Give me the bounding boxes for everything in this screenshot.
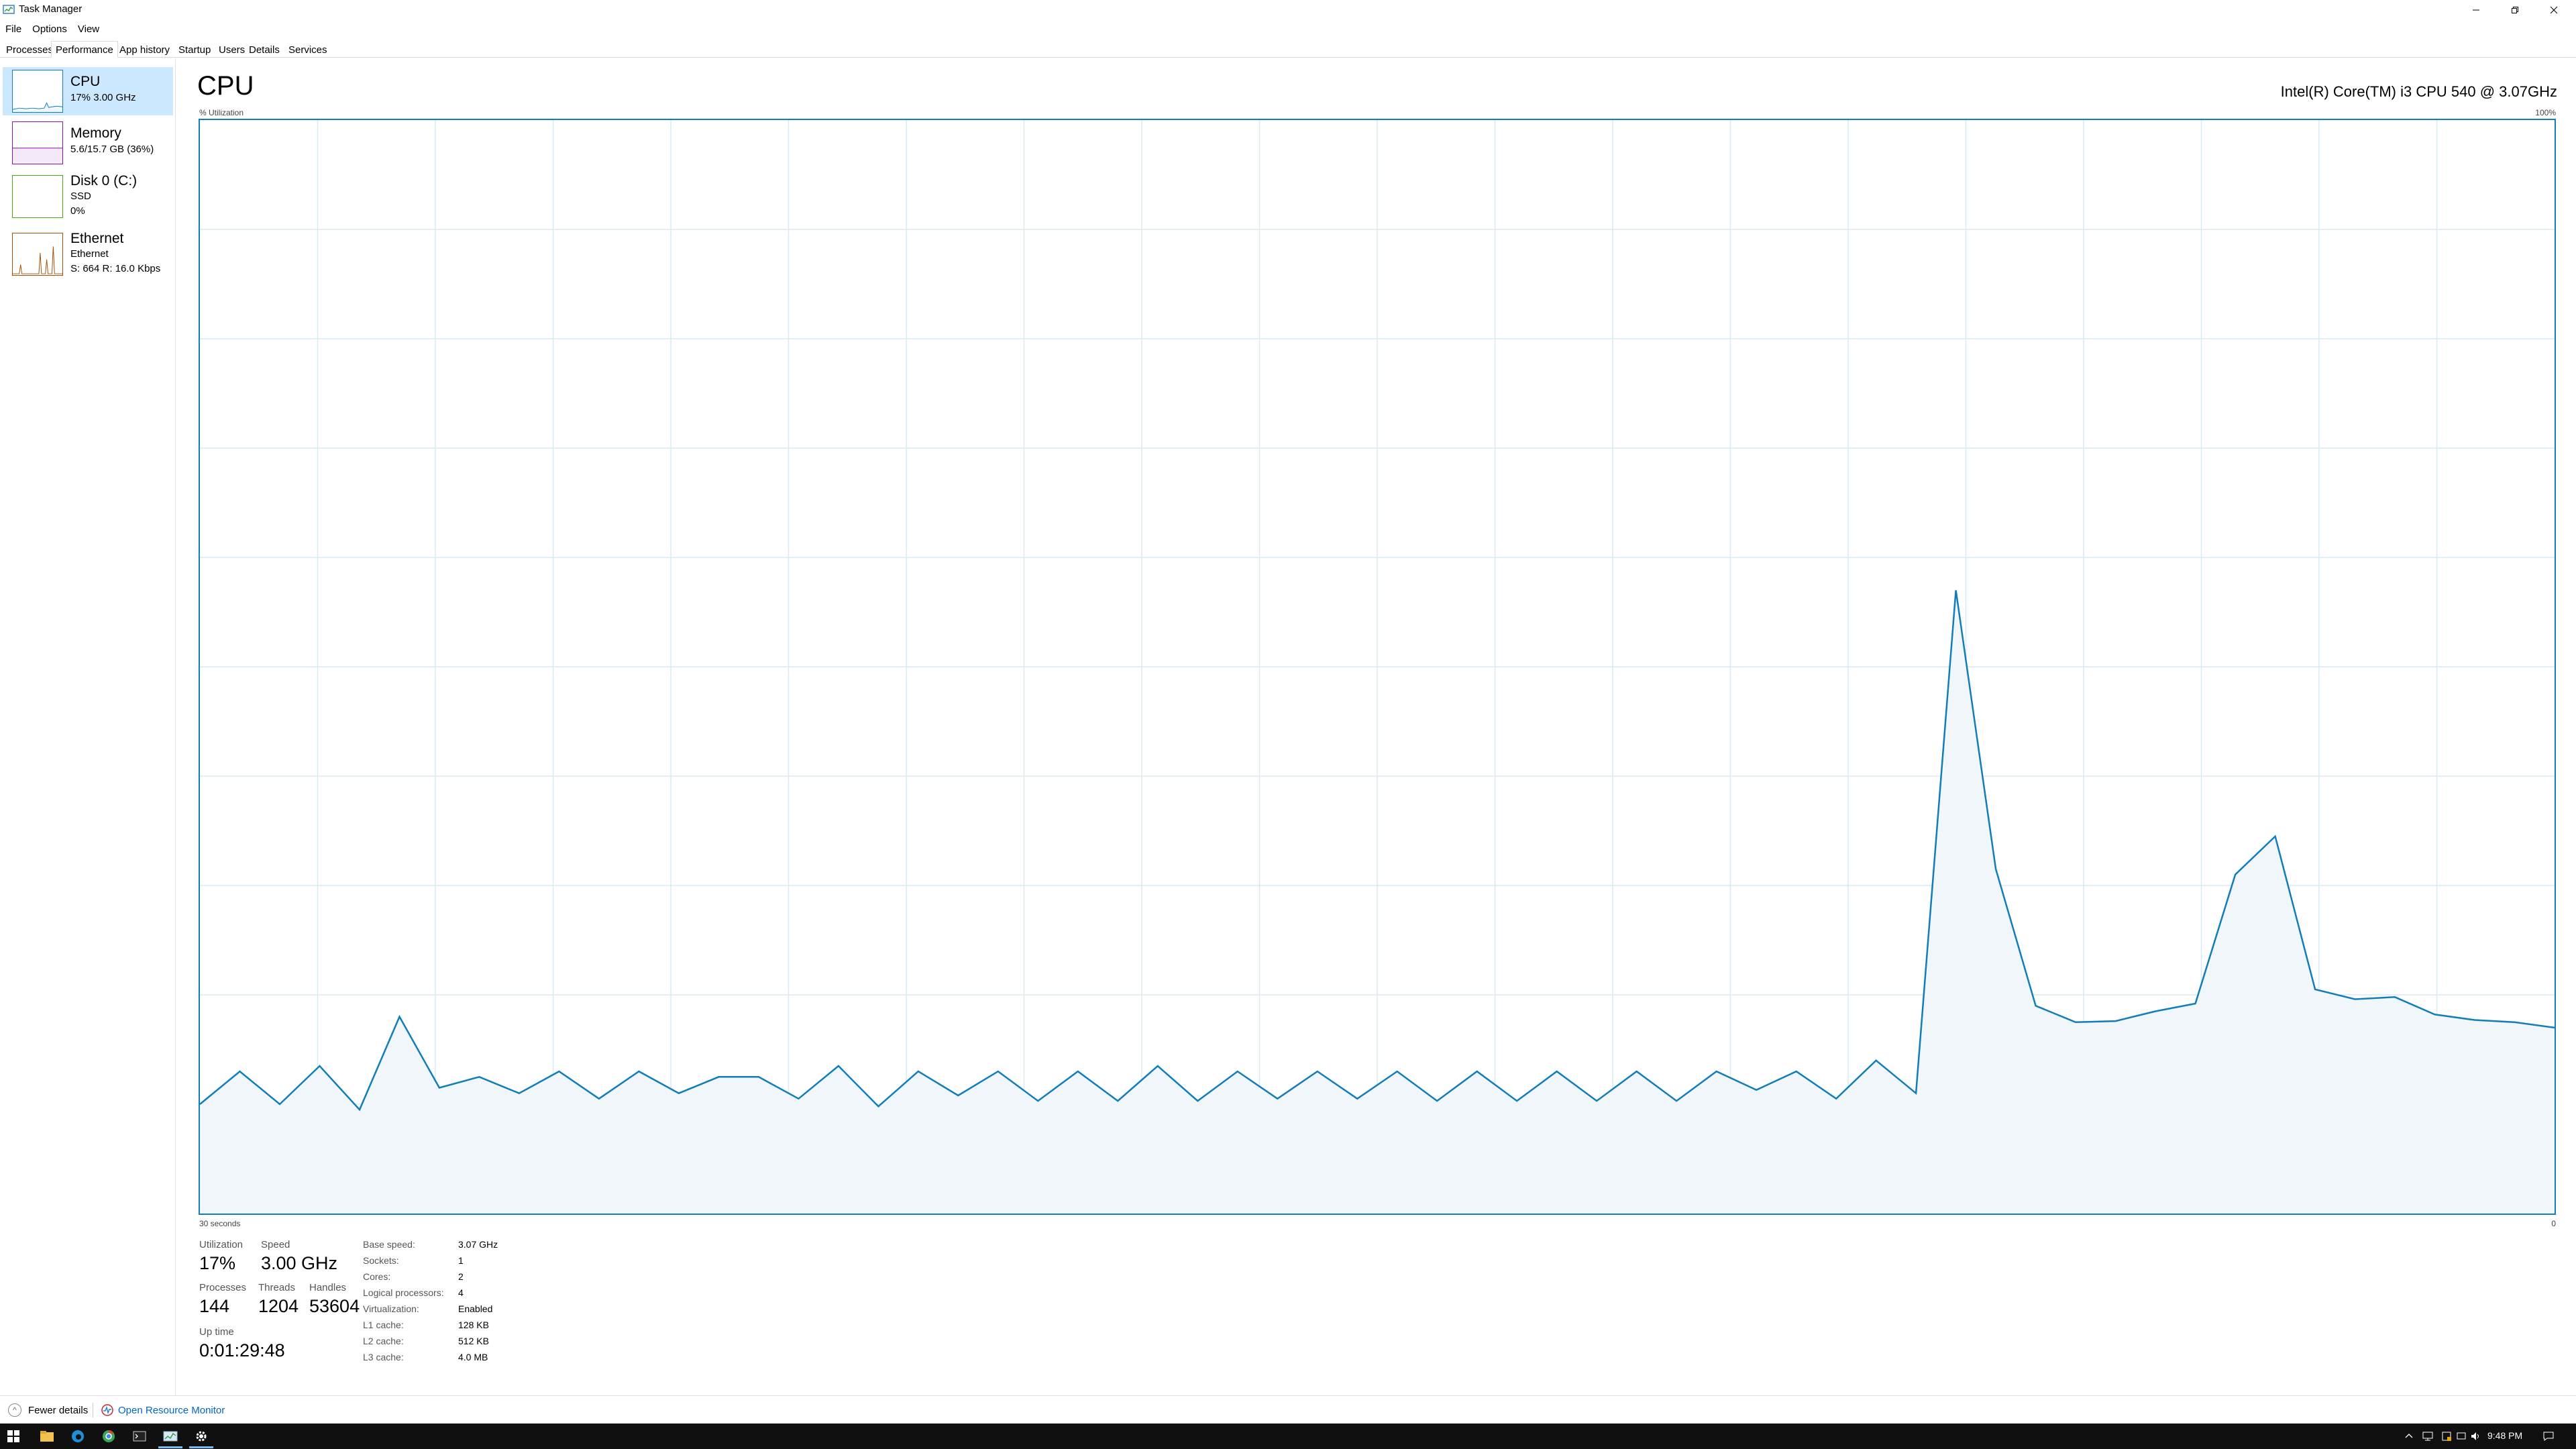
tab-processes[interactable]: Processes [1,41,58,58]
task-manager-taskbar-icon[interactable] [162,1428,178,1444]
spec-value: Enabled [458,1303,493,1314]
handles-label: Handles [309,1282,347,1293]
terminal-icon[interactable] [131,1428,148,1444]
utilization-value: 17% [199,1253,236,1273]
processes-label: Processes [199,1282,247,1293]
spec-value: 3.07 GHz [458,1239,498,1250]
sidebar: CPU 17% 3.00 GHz Memory 5.6/15.7 GB (36%… [0,58,176,1396]
windows-start-icon[interactable] [5,1428,21,1444]
settings-gear-icon[interactable] [193,1428,209,1444]
spec-value: 512 KB [458,1336,489,1346]
menu-bar: File Options View [0,20,105,38]
sidebar-item-ethernet[interactable]: Ethernet Ethernet S: 664 R: 16.0 Kbps [3,227,173,282]
menu-file[interactable]: File [0,20,27,38]
speed-label: Speed [261,1239,290,1250]
sidebar-item-detail: 5.6/15.7 GB (36%) [70,144,154,155]
graph-min-label: 0 [2551,1219,2556,1228]
spec-value: 2 [458,1271,464,1282]
spec-label: L1 cache: [363,1320,404,1330]
sidebar-item-detail: 0% [70,205,85,217]
utilization-label: Utilization [199,1239,244,1250]
graph-max-label: 100% [2535,108,2556,117]
cpu-model: Intel(R) Core(TM) i3 CPU 540 @ 3.07GHz [2280,83,2557,100]
spec-label: L3 cache: [363,1352,404,1362]
graph-time-label: 30 seconds [199,1219,241,1228]
close-button[interactable] [2534,0,2573,20]
cpu-graph-canvas [200,120,2555,1214]
open-resource-monitor-link[interactable]: Open Resource Monitor [118,1405,225,1416]
tab-bar: Processes Performance App history Startu… [0,39,2576,58]
uptime-value: 0:01:29:48 [199,1340,285,1360]
network-icon[interactable] [2422,1430,2434,1442]
spec-label: Sockets: [363,1255,399,1266]
chevron-up-icon[interactable]: ^ [8,1403,21,1417]
title-bar: Task Manager [0,0,2576,20]
tab-services[interactable]: Services [284,41,332,58]
resource-monitor-icon[interactable] [101,1403,114,1417]
restore-button[interactable] [2496,0,2534,20]
spec-label: Virtualization: [363,1303,419,1314]
uptime-label: Up time [199,1326,234,1338]
close-icon [2550,6,2558,14]
menu-view[interactable]: View [72,20,105,38]
threads-value: 1204 [258,1296,299,1316]
sidebar-item-title: CPU [70,74,101,89]
sidebar-item-cpu[interactable]: CPU 17% 3.00 GHz [3,67,173,115]
display-icon[interactable] [2455,1430,2467,1442]
spec-label: L2 cache: [363,1336,404,1346]
spec-label: Base speed: [363,1239,415,1250]
notifications-icon[interactable] [2542,1430,2555,1442]
security-icon[interactable] [2440,1430,2453,1442]
graph-y-label: % Utilization [199,108,244,117]
sidebar-item-memory[interactable]: Memory 5.6/15.7 GB (36%) [3,119,173,167]
sidebar-item-detail: SSD [70,191,91,202]
sidebar-item-detail: 17% 3.00 GHz [70,92,136,103]
file-explorer-icon[interactable] [39,1428,55,1444]
spec-label: Cores: [363,1271,391,1282]
sidebar-item-disk[interactable]: Disk 0 (C:) SSD 0% [3,170,173,223]
ethernet-thumbnail [12,233,63,276]
memory-thumbnail [12,121,63,164]
fewer-details-button[interactable]: Fewer details [28,1405,88,1416]
spec-value: 128 KB [458,1320,489,1330]
active-app-indicator [158,1446,182,1448]
active-app-indicator [189,1446,213,1448]
chrome-browser-icon[interactable] [101,1428,117,1444]
cpu-utilization-graph [199,119,2556,1215]
sidebar-item-detail: Ethernet [70,248,109,260]
clock-time[interactable]: 9:48 PM [2487,1430,2522,1441]
tab-app-history[interactable]: App history [115,41,174,58]
chevron-up-icon[interactable] [2403,1430,2415,1442]
speed-value: 3.00 GHz [261,1253,338,1273]
spec-label: Logical processors: [363,1287,444,1298]
tab-performance[interactable]: Performance [51,41,118,58]
sidebar-item-detail: S: 664 R: 16.0 Kbps [70,263,161,274]
footer-bar: ^ Fewer details Open Resource Monitor [0,1395,2576,1424]
spec-value: 4.0 MB [458,1352,488,1362]
edge-browser-icon[interactable] [70,1428,86,1444]
spec-value: 1 [458,1255,464,1266]
window-title: Task Manager [19,3,83,15]
tab-startup[interactable]: Startup [174,41,215,58]
handles-value: 53604 [309,1296,360,1316]
volume-icon[interactable] [2470,1430,2482,1442]
sidebar-item-title: Memory [70,125,121,141]
restore-icon [2512,7,2518,13]
processes-value: 144 [199,1296,230,1316]
cpu-thumbnail [12,70,63,113]
disk-thumbnail [12,175,63,218]
sidebar-item-title: Ethernet [70,231,124,246]
threads-label: Threads [258,1282,296,1293]
sidebar-item-title: Disk 0 (C:) [70,173,138,189]
minimize-button[interactable] [2457,0,2496,20]
task-manager-icon [3,4,15,16]
minimize-icon [2473,9,2479,11]
page-title: CPU [197,71,254,101]
taskbar: 9:48 PM [0,1424,2576,1449]
menu-options[interactable]: Options [27,20,72,38]
spec-value: 4 [458,1287,464,1298]
tab-details[interactable]: Details [244,41,284,58]
